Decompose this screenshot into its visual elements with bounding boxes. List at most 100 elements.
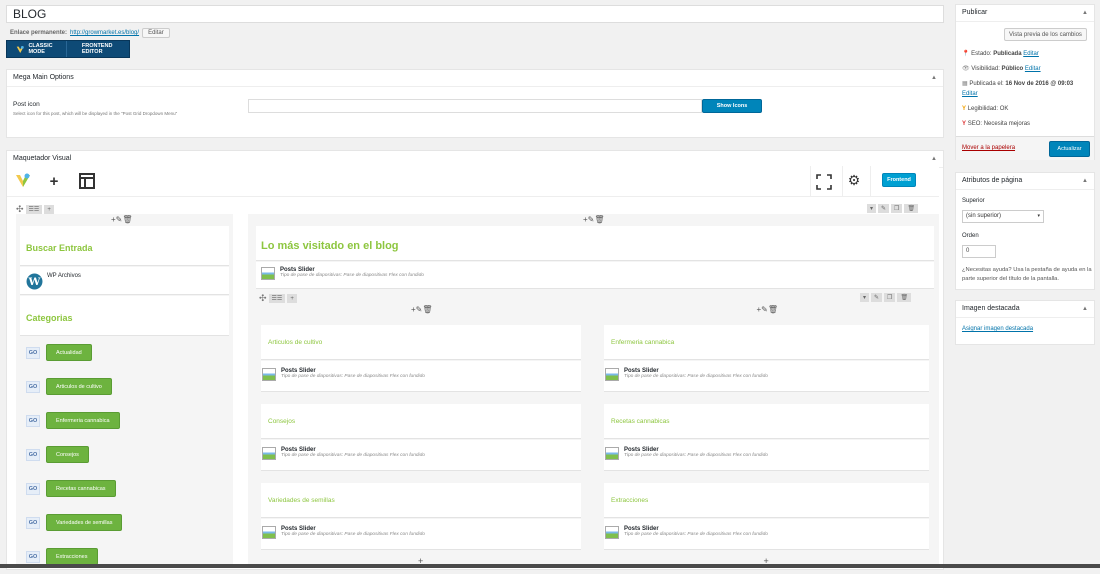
visual-composer-title: Maquetador Visual [13,155,72,162]
order-label: Orden [962,233,979,239]
permalink-label: Enlace permanente: [10,30,68,36]
section-heading: Variedades de semillas [268,497,335,504]
frontend-button[interactable]: Frontend [882,173,916,187]
add-column-button[interactable]: + [287,294,297,303]
featured-image-header[interactable]: Imagen destacada ▲ [956,301,1094,318]
toggle-row-icon[interactable]: ▾ [860,293,870,302]
vc-logo-icon [16,45,24,53]
fullscreen-icon[interactable] [816,174,832,190]
category-button[interactable]: Articulos de cultivo [46,378,112,395]
post-title-input[interactable]: BLOG [6,5,944,23]
yoast-readability-icon: Y [962,106,967,112]
collapse-arrow-icon[interactable]: ▲ [931,151,937,167]
category-row: GO Variedades de semillas [26,514,123,531]
posts-slider-subtitle: Tipo de pase de diapositivas: Pase de di… [281,453,425,458]
column-controls[interactable]: +✎🗑 [583,215,605,224]
vc-logo-icon[interactable] [15,172,31,188]
show-icons-button[interactable]: Show Icons [702,99,762,113]
category-button[interactable]: Recetas cannabicas [46,480,116,497]
slider-image-icon [605,526,619,539]
section-heading-widget: Variedades de semillas [261,483,581,518]
posts-slider-widget: Posts Slider Tipo de pase de diapositivas… [261,519,581,550]
preview-changes-button[interactable]: Vista previa de los cambios [1004,28,1087,41]
collapse-arrow-icon[interactable]: ▲ [1082,301,1088,317]
chevron-down-icon: ▾ [1037,213,1040,219]
mega-main-options-header[interactable]: Mega Main Options ▲ [7,70,943,87]
go-badge[interactable]: GO [26,414,40,427]
visibility-edit-link[interactable]: Editar [1025,66,1041,72]
set-featured-image-link[interactable]: Asignar imagen destacada [962,326,1033,332]
section-heading-widget: Enfermeria cannabica [604,325,929,360]
most-visited-heading-widget: Lo más visitado en el blog [256,226,934,261]
row-layout-button[interactable]: ☰☰ [268,294,286,303]
category-button[interactable]: Variedades de semillas [46,514,123,531]
go-badge[interactable]: GO [26,346,40,359]
mega-main-options-title: Mega Main Options [13,74,74,81]
go-badge[interactable]: GO [26,448,40,461]
editor-mode-bar: CLASSIC MODE FRONTEND EDITOR [6,40,130,58]
published-row: ▦ Publicada el: 16 Nov de 2016 @ 09:03 Ed… [962,81,1074,97]
templates-icon[interactable] [79,173,95,189]
status-edit-link[interactable]: Editar [1023,51,1039,57]
go-badge[interactable]: GO [26,550,40,563]
go-badge[interactable]: GO [26,380,40,393]
date-edit-link[interactable]: Editar [962,91,978,97]
column-controls[interactable]: +✎🗑 [411,305,433,314]
category-button[interactable]: Actualidad [46,344,92,361]
collapse-arrow-icon[interactable]: ▲ [1082,5,1088,21]
publish-title: Publicar [962,9,988,16]
go-badge[interactable]: GO [26,482,40,495]
slider-image-icon [262,526,276,539]
row-layout-button[interactable]: ☰☰ [25,205,43,214]
parent-select[interactable]: (sin superior) ▾ [962,210,1044,223]
classic-mode-button[interactable]: CLASSIC MODE [7,41,66,57]
search-widget: Buscar Entrada [20,226,229,266]
add-element-icon[interactable]: + [46,173,62,190]
delete-row-icon[interactable]: 🗑 [897,293,912,302]
calendar-icon: ▦ [962,81,968,87]
row-controls-right: ▾ ✎ ❐ 🗑 [867,204,919,213]
section-heading: Extracciones [611,497,649,504]
collapse-arrow-icon[interactable]: ▲ [931,70,937,86]
move-to-trash-link[interactable]: Mover a la papelera [962,145,1015,151]
category-button[interactable]: Extracciones [46,548,98,565]
post-icon-input[interactable] [248,99,702,113]
edit-row-icon[interactable]: ✎ [878,204,890,213]
categories-widget: Categorias [20,296,229,336]
inner-column-left: +✎🗑 Articulos de cultivo Posts Slider Tipo … [256,304,586,568]
clone-row-icon[interactable]: ❐ [884,293,896,302]
wp-archives-label: WP Archivos [47,273,81,279]
page-attributes-header[interactable]: Atributos de página ▲ [956,173,1094,190]
left-column: +✎🗑 Buscar Entrada W WP Archivos Categor… [16,214,233,568]
settings-gear-icon[interactable]: ⚙ [846,172,862,188]
pin-icon: 📍 [962,51,970,57]
taskbar [0,564,1100,568]
post-icon-description: Select icon for this post, which will be… [13,111,178,116]
go-badge[interactable]: GO [26,516,40,529]
posts-slider-subtitle: Tipo de pase de diapositivas: Pase de di… [281,532,425,537]
publish-header[interactable]: Publicar ▲ [956,5,1094,22]
category-button[interactable]: Enfermeria cannabica [46,412,120,429]
add-column-button[interactable]: + [44,205,54,214]
category-button[interactable]: Consejos [46,446,89,463]
toggle-row-icon[interactable]: ▾ [867,204,877,213]
permalink-edit-button[interactable]: Editar [142,28,170,38]
column-controls[interactable]: +✎🗑 [757,305,779,314]
inner-row-controls-right: ▾ ✎ ❐ 🗑 [860,293,912,302]
delete-row-icon[interactable]: 🗑 [904,204,919,213]
frontend-editor-button[interactable]: FRONTEND EDITOR [77,41,129,57]
clone-row-icon[interactable]: ❐ [891,204,903,213]
inner-row-controls-left: ✣ ☰☰ + [259,293,297,304]
edit-row-icon[interactable]: ✎ [871,293,883,302]
column-controls[interactable]: +✎🗑 [111,215,133,224]
order-input[interactable]: 0 [962,245,996,258]
posts-slider-widget: Posts Slider Tipo de pase de diapositivas… [604,440,929,471]
move-row-icon[interactable]: ✣ [259,293,267,304]
posts-slider-subtitle: Tipo de pase de diapositivas: Pase de di… [280,273,424,278]
update-button[interactable]: Actualizar [1049,141,1090,157]
collapse-arrow-icon[interactable]: ▲ [1082,173,1088,189]
permalink-url[interactable]: http://growmarket.es/blog/ [70,30,139,36]
permalink: Enlace permanente: http://growmarket.es/… [10,28,170,38]
readability-row: Y Legibilidad: OK [962,106,1009,112]
category-row: GO Enfermeria cannabica [26,412,120,429]
